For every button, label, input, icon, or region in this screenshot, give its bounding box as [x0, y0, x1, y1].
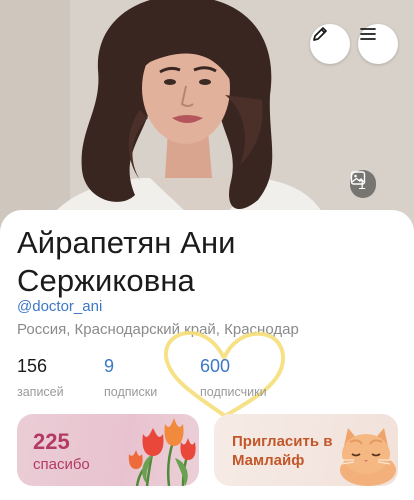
stat-subscriptions-label: подписки	[104, 385, 158, 399]
photo-count-badge[interactable]: 1	[350, 170, 376, 198]
menu-button[interactable]	[358, 24, 398, 64]
profile-location: Россия, Краснодарский край, Краснодар	[17, 321, 299, 338]
stat-followers-value: 600	[200, 356, 231, 376]
stat-posts[interactable]: 156 записей	[17, 355, 64, 399]
hamburger-menu-icon	[360, 28, 376, 40]
thanks-label: спасибо	[33, 456, 90, 473]
stat-subscriptions[interactable]: 9 подписки	[104, 355, 157, 399]
profile-handle[interactable]: @doctor_ani	[17, 298, 102, 315]
profile-photo	[0, 0, 414, 232]
stat-followers-label: подписчики	[200, 385, 267, 399]
profile-name: Айрапетян Ани Сержиковна	[17, 225, 236, 298]
image-icon	[350, 171, 366, 185]
pencil-icon	[313, 27, 327, 41]
stat-followers[interactable]: 600 подписчики	[200, 355, 267, 399]
stat-posts-label: записей	[17, 385, 64, 399]
cat-illustration	[340, 428, 396, 486]
invite-tile[interactable]: Пригласить в Мамлайф	[214, 414, 398, 486]
tulips-illustration	[128, 418, 196, 486]
thanks-tile[interactable]: 225 спасибо	[17, 414, 199, 486]
invite-label: Пригласить в Мамлайф	[232, 433, 333, 469]
stat-subscriptions-value: 9	[104, 356, 115, 376]
stat-posts-value: 156	[17, 356, 48, 376]
thanks-count: 225	[33, 429, 70, 454]
profile-cover-photo[interactable]: 1	[0, 0, 414, 232]
edit-profile-button[interactable]	[310, 24, 350, 64]
